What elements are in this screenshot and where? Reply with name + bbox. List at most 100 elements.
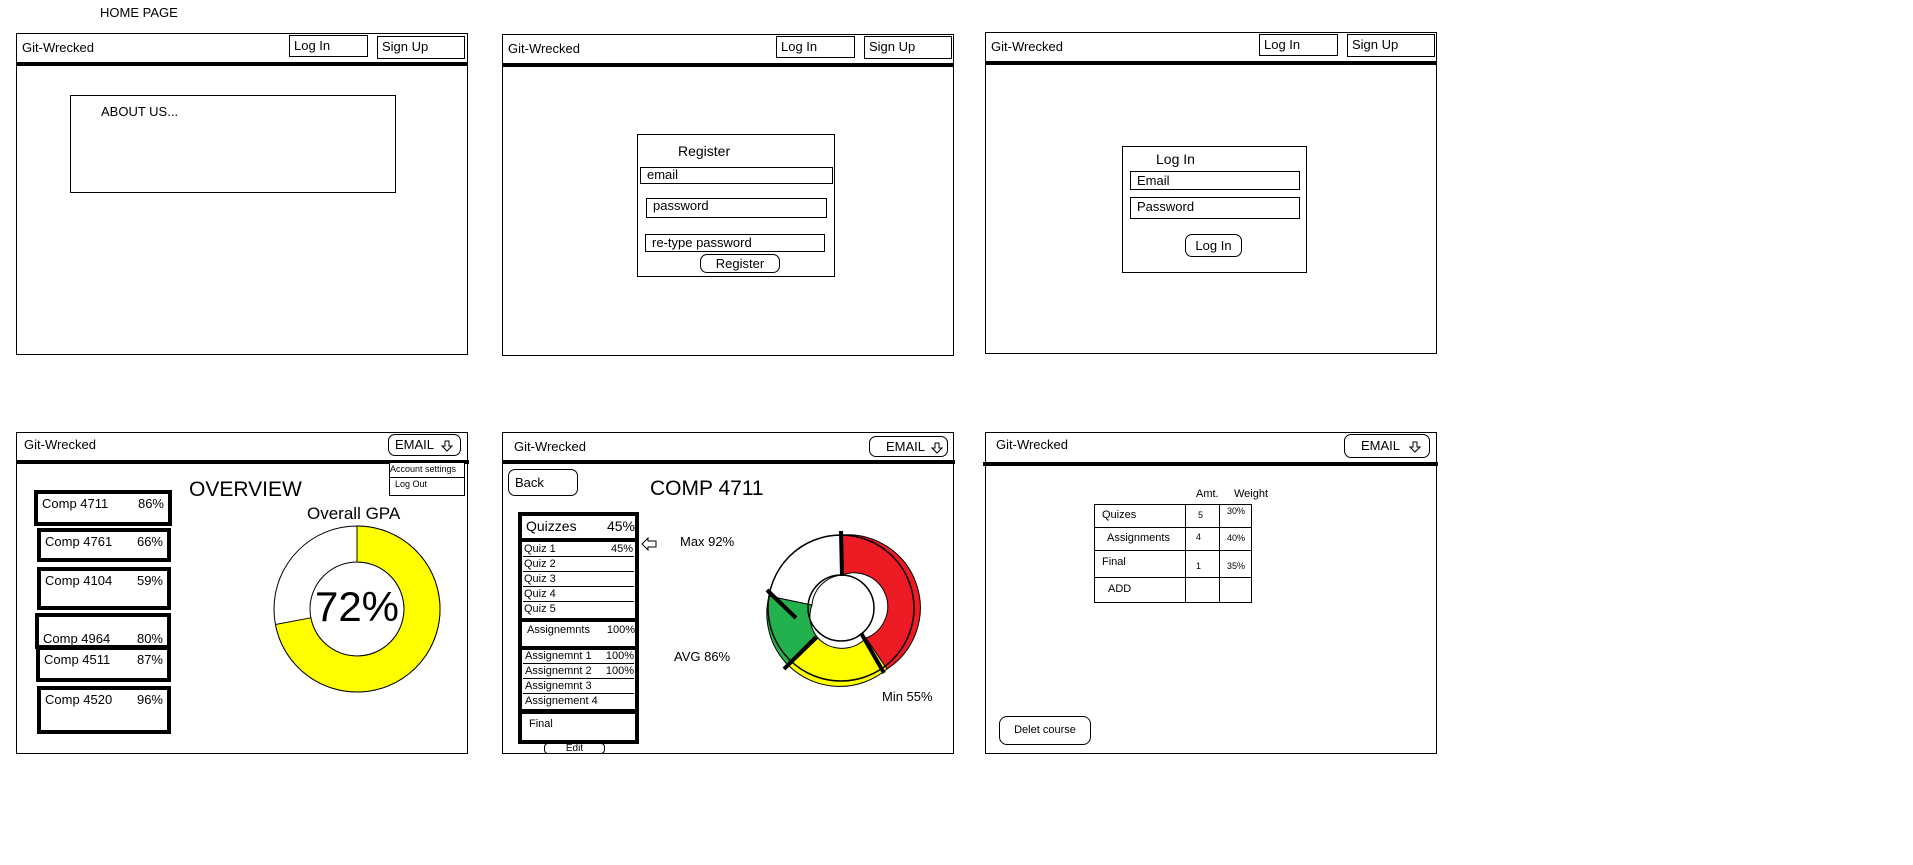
course-name: Comp 4511 (44, 652, 111, 667)
quiz-name: Quiz 3 (524, 573, 556, 585)
login-title: Log In (1156, 151, 1195, 167)
register-panel: Register email password re-type password… (637, 134, 835, 277)
quiz-row[interactable]: Quiz 4 (523, 588, 634, 602)
assignment-row[interactable]: Assignement 4 (523, 695, 634, 708)
quiz-name: Quiz 2 (524, 558, 556, 570)
course-frame: Git-Wrecked EMAIL Back COMP 4711 Quizzes… (502, 432, 955, 754)
account-settings-item[interactable]: Account settings (390, 464, 465, 478)
row-amt[interactable]: 1 (1196, 561, 1201, 571)
edit-button[interactable]: Edit (544, 743, 605, 754)
final-label: Final (529, 718, 553, 730)
logout-item[interactable]: Log Out (395, 479, 427, 489)
course-grade: 80% (136, 631, 163, 646)
quiz-row[interactable]: Quiz 5 (523, 603, 634, 616)
retype-password-field[interactable]: re-type password (645, 234, 825, 252)
chevron-down-icon (931, 442, 944, 454)
add-row-button[interactable]: ADD (1108, 583, 1131, 595)
assignment-row[interactable]: Assignemnt 1 100% (523, 650, 634, 664)
assignment-name: Assignemnt 3 (525, 680, 592, 692)
login-submit-button[interactable]: Log In (1185, 234, 1242, 257)
quiz-name: Quiz 1 (524, 543, 556, 555)
overview-frame: Git-Wrecked EMAIL Account settings Log O… (16, 432, 469, 754)
grade-stats-donut (765, 530, 921, 687)
max-label: Max 92% (680, 534, 735, 549)
signup-button[interactable]: Sign Up (1347, 34, 1435, 57)
course-name: Comp 4520 (45, 692, 113, 707)
assignment-name: Assignemnt 2 (525, 665, 592, 677)
signup-button[interactable]: Sign Up (377, 36, 465, 59)
about-text: ABOUT US... (101, 104, 179, 119)
row-label: Quizes (1102, 509, 1137, 521)
quiz-row[interactable]: Quiz 2 (523, 558, 634, 572)
final-row[interactable]: Final (522, 709, 635, 745)
login-button[interactable]: Log In (776, 36, 855, 58)
course-grade: 87% (136, 652, 163, 667)
row-weight[interactable]: 30% (1227, 506, 1245, 516)
quiz-row[interactable]: Quiz 3 (523, 573, 634, 587)
navbar-divider (503, 63, 953, 67)
navbar-divider (503, 460, 955, 464)
assignment-row[interactable]: Assignemnt 2 100% (523, 665, 634, 679)
course-card[interactable]: Comp 4964 80% (35, 613, 171, 649)
back-button[interactable]: Back (508, 469, 578, 496)
course-name: Comp 4711 (42, 496, 109, 511)
row-amt[interactable]: 4 (1196, 532, 1201, 542)
email-field[interactable]: Email (1130, 171, 1300, 190)
course-grade: 66% (136, 534, 163, 549)
password-field[interactable]: password (646, 198, 827, 218)
course-card[interactable]: Comp 4511 87% (36, 646, 171, 682)
row-weight[interactable]: 35% (1227, 561, 1245, 571)
row-label: Final (1102, 556, 1126, 568)
delete-course-button[interactable]: Delet course (999, 716, 1091, 745)
email-label: EMAIL (395, 437, 434, 452)
course-card[interactable]: Comp 4711 86% (34, 490, 172, 526)
login-frame: Git-Wrecked Log In Sign Up Log In Email … (985, 32, 1437, 354)
password-field[interactable]: Password (1130, 197, 1300, 219)
quizzes-header[interactable]: Quizzes 45% (522, 516, 635, 542)
arrow-left-icon (641, 537, 657, 551)
email-label: EMAIL (1361, 438, 1400, 453)
email-menu-button[interactable]: EMAIL (1344, 434, 1430, 458)
assignments-header[interactable]: Assignemnts 100% (522, 618, 635, 650)
quiz-grade: 45% (610, 543, 633, 555)
login-button[interactable]: Log In (1259, 34, 1338, 56)
course-grade: 59% (136, 573, 163, 588)
email-menu-button[interactable]: EMAIL (388, 434, 461, 456)
chevron-down-icon (1409, 441, 1422, 453)
col-weight-header: Weight (1234, 488, 1269, 500)
row-label: Assignments (1107, 532, 1170, 544)
home-frame: Git-Wrecked Log In Sign Up ABOUT US... (16, 33, 468, 355)
assignment-row[interactable]: Assignemnt 3 (523, 680, 634, 694)
email-label: EMAIL (886, 439, 925, 454)
email-field[interactable]: email (640, 167, 833, 184)
brand-title: Git-Wrecked (22, 40, 94, 55)
account-dropdown: Account settings Log Out (389, 462, 465, 496)
quiz-row[interactable]: Quiz 1 45% (523, 543, 634, 557)
register-button[interactable]: Register (700, 254, 780, 273)
avg-label: AVG 86% (674, 649, 731, 664)
course-card[interactable]: Comp 4104 59% (37, 567, 171, 610)
course-card[interactable]: Comp 4520 96% (37, 686, 171, 734)
min-label: Min 55% (882, 689, 933, 704)
assignment-grade: 100% (605, 650, 634, 662)
settings-frame: Git-Wrecked EMAIL Amt. Weight Quizes 5 3… (983, 432, 1438, 754)
assignments-label: Assignemnts (527, 624, 590, 636)
assignment-name: Assignement 4 (525, 695, 598, 707)
course-grade: 86% (137, 496, 164, 511)
course-name: Comp 4964 (43, 631, 111, 646)
quizzes-label: Quizzes (526, 518, 577, 534)
row-amt[interactable]: 5 (1198, 510, 1203, 520)
login-button[interactable]: Log In (289, 35, 368, 57)
gpa-value: 72% (314, 583, 400, 630)
col-amt-header: Amt. (1196, 488, 1219, 500)
quizzes-grade: 45% (606, 518, 635, 534)
overview-heading: OVERVIEW (189, 478, 302, 501)
navbar-divider (983, 462, 1438, 466)
course-card[interactable]: Comp 4761 66% (37, 528, 171, 562)
course-grade: 96% (136, 692, 163, 707)
navbar-divider (17, 62, 467, 66)
row-weight[interactable]: 40% (1227, 533, 1245, 543)
email-menu-button[interactable]: EMAIL (869, 436, 948, 457)
grade-list-panel: Quizzes 45% Quiz 1 45% Quiz 2 Quiz 3 Qui… (518, 512, 639, 744)
signup-button[interactable]: Sign Up (864, 36, 952, 59)
